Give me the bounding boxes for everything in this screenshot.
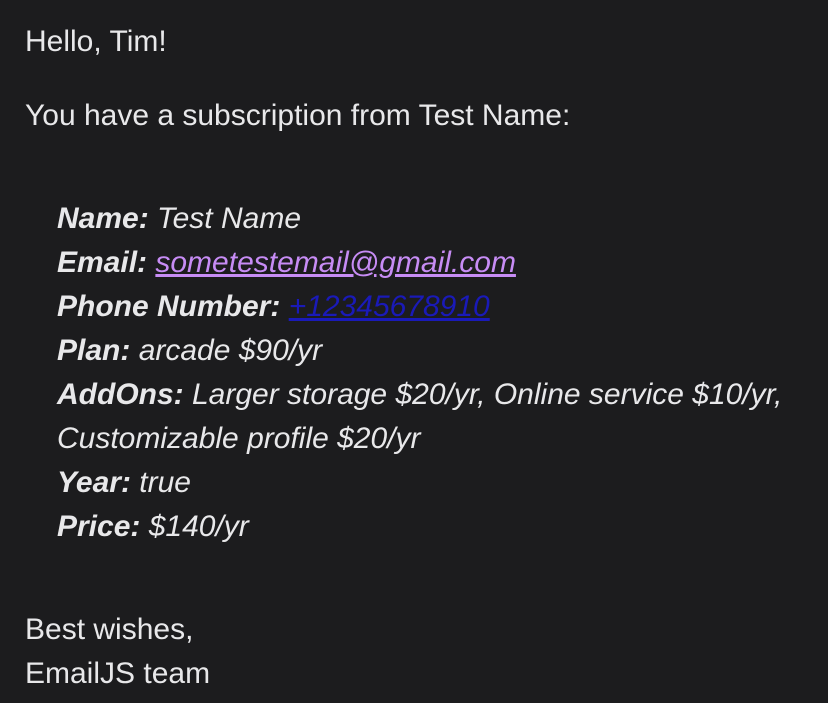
greeting-text: Hello, Tim!	[25, 25, 167, 58]
name-value: Test Name	[157, 202, 301, 235]
phone-link[interactable]: +12345678910	[289, 290, 490, 323]
detail-row-email: Email: sometestemail@gmail.com	[57, 241, 797, 285]
name-label: Name:	[57, 202, 158, 235]
plan-value: arcade $90/yr	[138, 334, 323, 367]
email-link[interactable]: sometestemail@gmail.com	[155, 246, 516, 279]
detail-row-plan: Plan: arcade $90/yr	[57, 329, 797, 373]
addons-label: AddOns:	[57, 378, 192, 411]
year-label: Year:	[57, 466, 140, 499]
intro-text: You have a subscription from Test Name:	[25, 99, 571, 132]
signoff-line-1: Best wishes,	[25, 613, 194, 646]
detail-row-year: Year: true	[57, 461, 797, 505]
email-body: Hello, Tim! You have a subscription from…	[0, 0, 828, 703]
phone-label: Phone Number:	[57, 290, 289, 323]
detail-row-price: Price: $140/yr	[57, 505, 797, 549]
email-label: Email:	[57, 246, 156, 279]
subscription-details: Name: Test Name Email: sometestemail@gma…	[57, 197, 797, 549]
detail-row-name: Name: Test Name	[57, 197, 797, 241]
year-value: true	[139, 466, 191, 499]
signoff-line-2: EmailJS team	[25, 657, 211, 690]
signoff: Best wishes, EmailJS team	[25, 608, 210, 696]
price-label: Price:	[57, 510, 149, 543]
plan-label: Plan:	[57, 334, 139, 367]
detail-row-addons: AddOns: Larger storage $20/yr, Online se…	[57, 373, 797, 461]
detail-row-phone: Phone Number: +12345678910	[57, 285, 797, 329]
price-value: $140/yr	[148, 510, 249, 543]
